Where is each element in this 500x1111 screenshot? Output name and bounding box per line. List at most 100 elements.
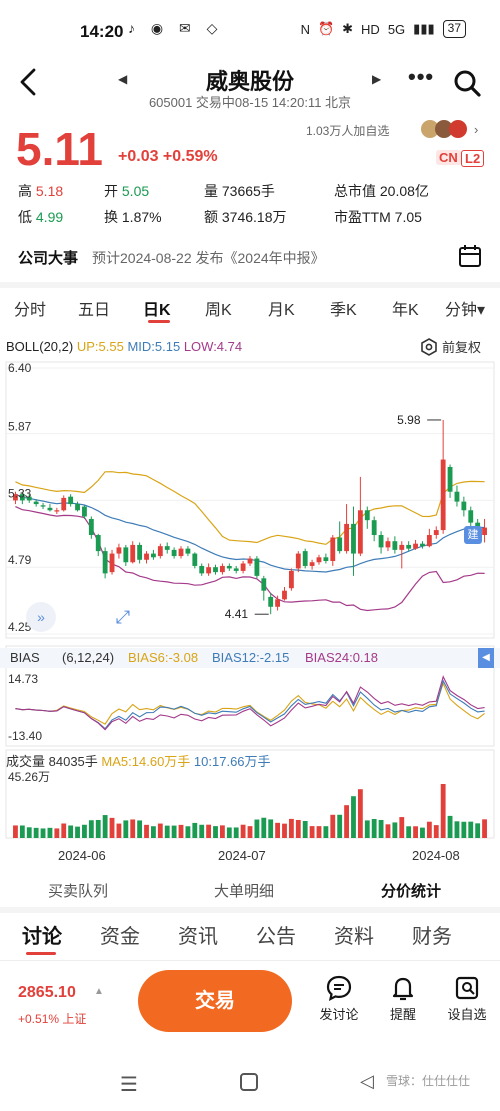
metric-low: 低 4.99 [18, 209, 64, 225]
price-tick-label: 4.79 [8, 553, 32, 567]
post-discussion-button[interactable]: 发讨论 [312, 974, 366, 1023]
volume-bar [47, 827, 53, 838]
candle-body [61, 497, 67, 511]
bluetooth-icon: ✱ [342, 21, 354, 36]
price-tick-label: 5.33 [8, 486, 32, 500]
tab-financials[interactable]: 财务 [412, 920, 452, 949]
expand-panel-icon[interactable]: » [26, 602, 56, 632]
candle-body [109, 553, 115, 573]
tab-big-orders[interactable]: 大单明细 [214, 880, 274, 901]
index-value[interactable]: 2865.10 [18, 984, 76, 1002]
back-nav-icon[interactable]: ◁ [360, 1071, 374, 1092]
date-tick-label: 2024-07 [218, 848, 266, 863]
volume-value: 84035手 [48, 754, 98, 769]
recent-apps-icon[interactable]: ☰ [120, 1072, 138, 1097]
candle-body [406, 544, 412, 549]
candle-body [371, 520, 377, 536]
active-tab-indicator [148, 320, 170, 323]
candle-body [116, 547, 122, 554]
tab-funds[interactable]: 资金 [100, 920, 140, 949]
tab-daily-k[interactable]: 日K [143, 296, 171, 320]
volume-bar [192, 822, 198, 838]
volume-bar [413, 826, 418, 838]
metric-amount: 额 3746.18万 [204, 209, 287, 225]
tab-monthly-k[interactable]: 月K [268, 296, 295, 320]
l2-badge[interactable]: L2 [461, 150, 485, 167]
candle-body [54, 510, 60, 512]
tab-news[interactable]: 资讯 [178, 920, 218, 949]
tab-discussion[interactable]: 讨论 [22, 920, 62, 949]
tab-quarterly-k[interactable]: 季K [330, 296, 357, 320]
volume-bar [82, 824, 87, 838]
system-nav-bar: ☰ ◁ 雪球：仕仕仕仕 [0, 1060, 500, 1111]
candle-body [482, 527, 487, 536]
tab-announcements[interactable]: 公告 [256, 920, 296, 949]
tab-minute[interactable]: 分钟▾ [445, 296, 485, 320]
tab-yearly-k[interactable]: 年K [392, 296, 419, 320]
more-icon[interactable]: ••• [408, 64, 434, 90]
section-divider-2 [0, 907, 500, 913]
trade-button[interactable]: 交易 [138, 970, 292, 1032]
volume-bar [40, 828, 46, 838]
candle-body [337, 537, 343, 552]
bias24-line [15, 675, 485, 731]
index-change[interactable]: +0.51% 上证 [18, 1010, 86, 1027]
add-watchlist-icon [455, 976, 479, 1000]
home-icon[interactable] [240, 1073, 258, 1091]
tab-intraday[interactable]: 分时 [14, 296, 46, 320]
bias-legend-bar: BIAS (6,12,24) BIAS6:-3.08 BIAS12:-2.15 … [0, 648, 500, 668]
tab-profile[interactable]: 资料 [334, 920, 374, 949]
candle-body [378, 535, 384, 548]
volume-bar [426, 821, 432, 838]
chart-canvas: 6.405.875.334.794.255.984.41 14.73-13.40… [5, 361, 495, 863]
candle-body [440, 459, 446, 531]
tab-weekly-k[interactable]: 周K [205, 296, 232, 320]
fullscreen-icon[interactable]: ⤢ [108, 602, 138, 632]
volume-bar [254, 819, 260, 838]
metric-market-cap: 总市值 20.08亿 [334, 183, 429, 199]
candle-body [199, 565, 205, 574]
alert-button[interactable]: 提醒 [376, 974, 430, 1023]
candle-body [102, 551, 108, 574]
tab-price-stats[interactable]: 分价统计 [381, 880, 441, 901]
chevron-right-icon[interactable]: › [474, 122, 478, 137]
candle-body [316, 557, 322, 563]
company-event-bar[interactable]: 公司大事 预计2024-08-22 发布《2024年中报》 [0, 238, 500, 278]
candle-body [385, 541, 391, 548]
volume-bar [171, 825, 177, 838]
volume-bar [295, 819, 301, 838]
volume-bar [323, 826, 329, 838]
bias6-value: BIAS6:-3.08 [128, 650, 199, 665]
hd-icon: HD [361, 21, 380, 37]
volume-bar [95, 819, 101, 838]
build-position-badge[interactable]: 建 [464, 526, 482, 544]
volume-bar [164, 825, 170, 838]
section-divider-3 [0, 960, 500, 961]
kline-chart[interactable]: BOLL(20,2) UP:5.55 MID:5.15 LOW:4.74 前复权… [0, 330, 500, 870]
search-icon[interactable] [452, 68, 482, 98]
status-right: N ⏰ ✱ HD 5G ▮▮▮ 37 [301, 20, 466, 38]
volume-bar [68, 825, 74, 838]
volume-bar [364, 820, 370, 838]
candle-body [157, 546, 163, 557]
tab-five-day[interactable]: 五日 [78, 296, 110, 320]
volume-name: 成交量 [6, 754, 46, 769]
candle-body [268, 596, 274, 607]
cn-badge[interactable]: CN [436, 150, 461, 165]
add-watchlist-button[interactable]: 设自选 [440, 974, 494, 1023]
watermark: 雪球：仕仕仕仕 [386, 1074, 471, 1088]
volume-bar [54, 828, 60, 838]
price-change: +0.03 +0.59% [118, 148, 218, 165]
watchers-count[interactable]: 1.03万人加自选 [306, 122, 389, 139]
candle-body [164, 546, 170, 550]
volume-ma5: MA5:14.60万手 [101, 754, 191, 769]
tab-order-queue[interactable]: 买卖队列 [48, 880, 108, 901]
calendar-icon[interactable] [458, 244, 482, 268]
volume-bar [13, 825, 18, 838]
watcher-avatars[interactable] [420, 118, 470, 140]
candle-body [309, 562, 315, 566]
next-stock-icon[interactable]: ▶ [372, 72, 381, 86]
volume-bar [344, 805, 349, 838]
collapse-indicator-icon[interactable]: ◀ [478, 648, 494, 668]
event-title: 公司大事 [18, 250, 79, 267]
